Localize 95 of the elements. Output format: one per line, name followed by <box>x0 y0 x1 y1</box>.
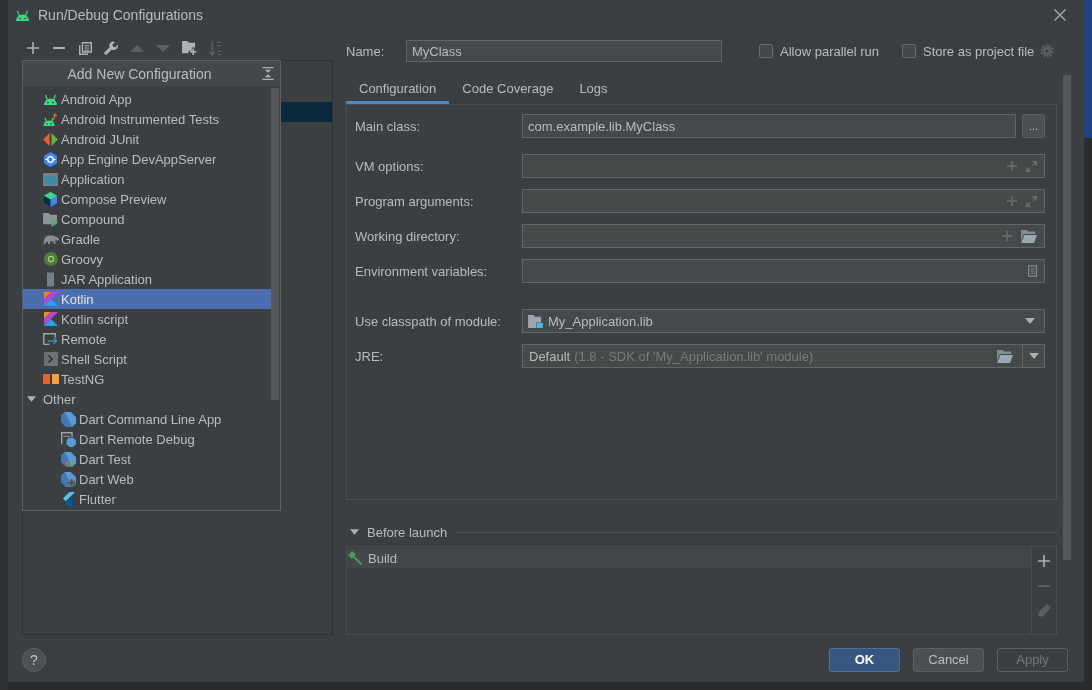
caret-icon <box>1028 353 1039 359</box>
list-item[interactable]: Compose Preview <box>23 189 271 209</box>
tab[interactable]: Code Coverage <box>449 75 567 104</box>
list-item[interactable]: Dart Web <box>23 469 271 489</box>
android-robot-icon <box>15 9 30 21</box>
add-icon[interactable] <box>1038 554 1050 567</box>
list-group[interactable]: Other <box>23 389 271 409</box>
list-item[interactable]: TestNG <box>23 369 271 389</box>
list-item[interactable]: Shell Script <box>23 349 271 369</box>
kotlin-icon <box>43 292 58 306</box>
window-icon <box>43 172 58 186</box>
list-item[interactable]: Flutter <box>23 489 271 509</box>
popup-title: Add New Configuration <box>66 65 213 82</box>
window-title: Run/Debug Configurations <box>38 7 203 23</box>
tree-row[interactable] <box>281 102 332 122</box>
checkbox-label: Allow parallel run <box>780 43 879 59</box>
list-item[interactable]: JAR Application <box>23 269 271 289</box>
checkbox[interactable] <box>759 44 773 58</box>
browse-button[interactable]: ... <box>1022 114 1045 138</box>
list-item[interactable]: Application <box>23 169 271 189</box>
section-title: Before launch <box>367 524 448 540</box>
checkbox-label: Store as project file <box>923 43 1035 59</box>
field-label: Name: <box>346 43 386 59</box>
collapse-icon[interactable] <box>262 67 274 80</box>
circle-logo-icon <box>43 252 58 266</box>
list-item[interactable]: Dart Remote Debug <box>23 429 271 449</box>
input-field[interactable] <box>522 259 1045 283</box>
expand-icon[interactable] <box>1026 160 1037 172</box>
gear-icon[interactable] <box>1040 44 1055 58</box>
list-item[interactable]: Groovy <box>23 249 271 269</box>
folder-icon[interactable] <box>997 349 1013 363</box>
dart-test-icon <box>61 451 76 467</box>
list-item[interactable]: Android Instrumented Tests <box>23 109 271 129</box>
elephant-icon <box>42 234 59 244</box>
hexagon-icon <box>44 151 57 167</box>
field-label: Environment variables: <box>355 263 489 279</box>
expand-arrow-icon[interactable] <box>27 396 36 402</box>
dropdown-button[interactable] <box>1023 344 1045 368</box>
caret-icon <box>1025 318 1035 324</box>
add-icon[interactable] <box>27 42 39 54</box>
list-item[interactable]: Kotlin <box>23 289 271 309</box>
flutter-icon <box>62 491 75 507</box>
expand-icon[interactable] <box>1026 195 1037 207</box>
tab[interactable]: Logs <box>566 75 621 104</box>
tab[interactable]: Configuration <box>346 75 450 104</box>
input-field[interactable]: com.example.lib.MyClass <box>522 114 1016 138</box>
field-label: Use classpath of module: <box>355 313 502 329</box>
dart-icon <box>61 411 76 427</box>
field-label: VM options: <box>355 158 425 174</box>
dart-window-icon <box>61 431 76 447</box>
folder-play-icon <box>43 211 58 227</box>
list-item[interactable]: Kotlin script <box>23 309 271 329</box>
dart-globe-icon <box>61 471 76 487</box>
list-item[interactable]: App Engine DevAppServer <box>23 149 271 169</box>
remote-screen-icon <box>43 332 58 346</box>
field-label: Working directory: <box>355 228 461 244</box>
input-field[interactable] <box>522 189 1045 213</box>
terminal-icon <box>43 352 58 366</box>
checkbox[interactable] <box>902 44 916 58</box>
close-icon[interactable] <box>1054 9 1066 21</box>
cube-icon <box>44 191 57 207</box>
task-item[interactable]: Build <box>347 548 1031 568</box>
double-triangle-icon <box>43 132 58 146</box>
scrollbar-thumb[interactable] <box>1063 75 1071 560</box>
field-label: Main class: <box>355 118 422 134</box>
document-icon[interactable] <box>1028 265 1037 277</box>
scrollbar-thumb[interactable] <box>271 88 279 400</box>
list-item[interactable]: Compound <box>23 209 271 229</box>
primary-button[interactable]: OK <box>829 647 900 672</box>
testng-icon <box>42 374 59 384</box>
android-robot-icon <box>43 93 58 105</box>
input-field[interactable] <box>522 224 1045 248</box>
list-item[interactable]: Remote <box>23 329 271 349</box>
new-folder-icon[interactable] <box>181 41 197 55</box>
wrench-icon[interactable] <box>104 41 118 55</box>
kotlin-icon <box>43 312 58 326</box>
field-label: JRE: <box>355 348 385 364</box>
hammer-icon <box>348 551 362 565</box>
input-field[interactable] <box>522 154 1045 178</box>
name-field[interactable]: MyClass <box>406 40 722 62</box>
list-item[interactable]: Gradle <box>23 229 271 249</box>
list-item[interactable]: Android App <box>23 89 271 109</box>
list-item[interactable]: Android JUnit <box>23 129 271 149</box>
list-item[interactable]: Dart Test <box>23 449 271 469</box>
android-robot-flag-icon <box>43 112 58 126</box>
expand-arrow-icon[interactable] <box>350 529 359 535</box>
dropdown[interactable]: My_Application.lib <box>522 309 1045 333</box>
dialog-button[interactable]: Cancel <box>913 647 984 672</box>
help-button[interactable]: ? <box>22 647 46 672</box>
field-label: Program arguments: <box>355 193 475 209</box>
copy-icon[interactable] <box>78 41 92 55</box>
zipper-icon <box>47 271 54 287</box>
folder-icon[interactable] <box>1021 229 1037 243</box>
list-item[interactable]: Dart Command Line App <box>23 409 271 429</box>
module-folder-icon <box>528 314 543 328</box>
